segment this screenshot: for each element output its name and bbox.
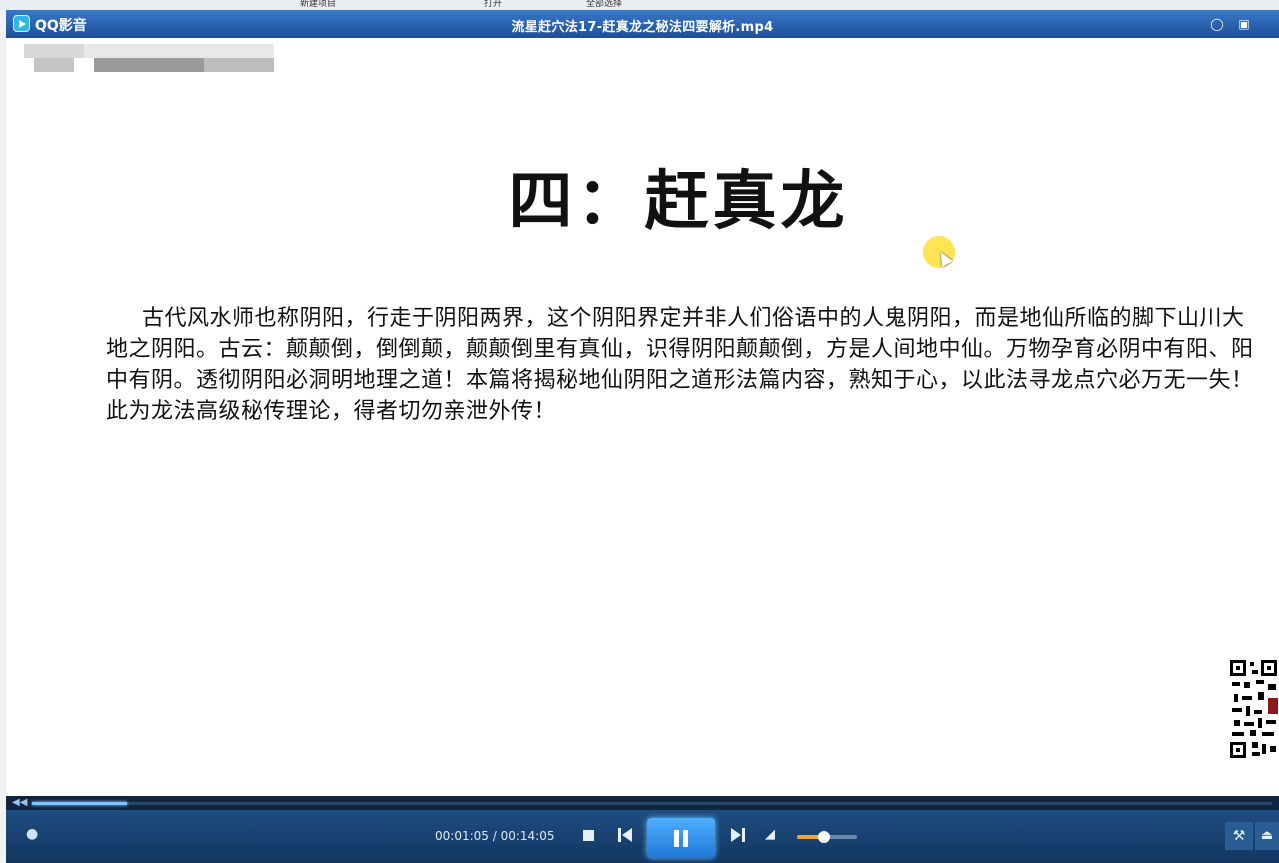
bg-item-new-project: 新建项目 xyxy=(300,0,337,9)
speech-bubble-icon[interactable]: ◯ xyxy=(1209,16,1225,32)
bg-item-select-all: 全部选择 xyxy=(586,0,623,9)
previous-button[interactable] xyxy=(618,828,634,842)
bg-item-open: 打开 xyxy=(484,0,503,9)
slide-title: 四：赶真龙 xyxy=(508,164,849,239)
background-explorer-strip: 新建项目 打开 全部选择 xyxy=(0,0,1279,10)
blurred-watermark xyxy=(24,44,274,78)
stop-button[interactable] xyxy=(583,830,594,841)
total-time: 00:14:05 xyxy=(500,829,555,843)
time-display: 00:01:05 / 00:14:05 xyxy=(435,829,554,843)
file-title: 流星赶穴法17-赶真龙之秘法四要解析.mp4 xyxy=(511,20,774,35)
volume-slider[interactable] xyxy=(797,831,857,843)
mini-mode-icon[interactable]: ▣ xyxy=(1236,16,1252,32)
title-bar[interactable]: QQ影音 流星赶穴法17-赶真龙之秘法四要解析.mp4 ◯ ▣ xyxy=(6,10,1279,38)
speaker-icon[interactable]: ◢ xyxy=(765,827,775,842)
rewind-icon[interactable]: ◀◀ xyxy=(12,797,27,808)
slide-body: 古代风水师也称阴阳，行走于阴阳两界，这个阴阳界定并非人们俗语中的人鬼阴阳，而是地… xyxy=(106,306,1254,424)
pause-button[interactable] xyxy=(647,818,715,858)
progress-fill xyxy=(32,802,128,805)
time-separator: / xyxy=(488,829,501,843)
player-window: QQ影音 流星赶穴法17-赶真龙之秘法四要解析.mp4 ◯ ▣ 四：赶真龙 古代… xyxy=(6,10,1279,863)
eject-icon[interactable]: ⏏ xyxy=(1255,822,1279,850)
progress-bar[interactable] xyxy=(32,802,1272,805)
current-time: 00:01:05 xyxy=(435,829,489,843)
footprint-icon[interactable]: ● xyxy=(26,826,44,844)
video-area[interactable]: 四：赶真龙 古代风水师也称阴阳，行走于阴阳两界，这个阴阳界定并非人们俗语中的人鬼… xyxy=(6,38,1279,806)
volume-knob[interactable] xyxy=(818,831,830,843)
control-bar: ● 00:01:05 / 00:14:05 ◢ ⚒ ⏏ xyxy=(6,810,1279,863)
next-button[interactable] xyxy=(731,828,747,842)
progress-area: ◀◀ xyxy=(6,796,1279,810)
qr-code-icon xyxy=(1228,658,1279,760)
wrench-icon[interactable]: ⚒ xyxy=(1225,822,1253,850)
